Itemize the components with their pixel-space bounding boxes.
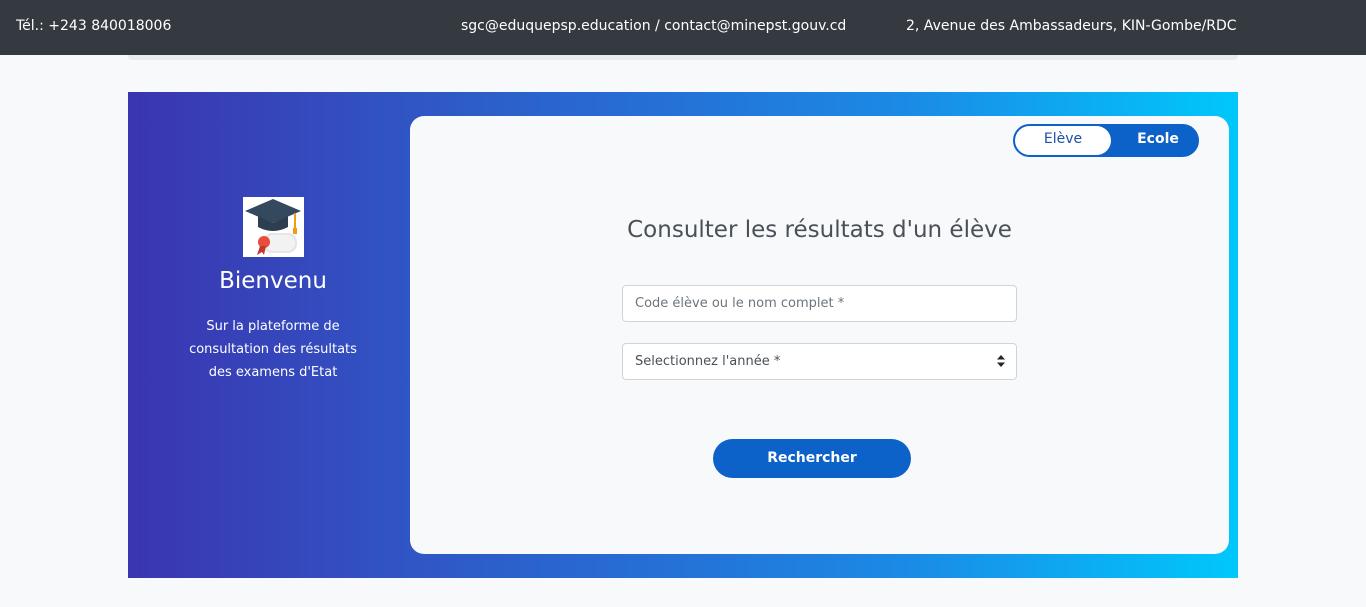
toggle-ecole[interactable]: Ecole [1123, 126, 1193, 155]
year-select-value: Selectionnez l'année * [635, 354, 781, 369]
top-info-bar: Tél.: +243 840018006 sgc@eduquepsp.educa… [0, 0, 1366, 55]
student-code-input[interactable]: Code élève ou le nom complet * [622, 285, 1017, 322]
welcome-text: Sur la plateforme de consultation des ré… [189, 319, 357, 380]
year-select[interactable]: Selectionnez l'année * [622, 343, 1017, 380]
hero-section: Bienvenu Sur la plateforme de consultati… [128, 92, 1238, 578]
graduation-cap-diploma-icon [243, 197, 304, 257]
search-card: Elève Ecole Consulter les résultats d'un… [410, 116, 1229, 554]
search-mode-toggle: Elève Ecole [1013, 124, 1199, 157]
contact-address: 2, Avenue des Ambassadeurs, KIN-Gombe/RD… [906, 18, 1237, 34]
contact-phone: Tél.: +243 840018006 [16, 18, 172, 34]
form-title: Consulter les résultats d'un élève [627, 217, 1012, 243]
toggle-eleve[interactable]: Elève [1015, 126, 1111, 155]
select-arrows-icon [997, 355, 1005, 367]
welcome-panel: Bienvenu Sur la plateforme de consultati… [128, 92, 410, 578]
search-button[interactable]: Rechercher [713, 439, 911, 478]
nav-strip [128, 55, 1238, 60]
contact-emails: sgc@eduquepsp.education / contact@mineps… [461, 18, 847, 34]
welcome-title: Bienvenu [219, 268, 327, 294]
